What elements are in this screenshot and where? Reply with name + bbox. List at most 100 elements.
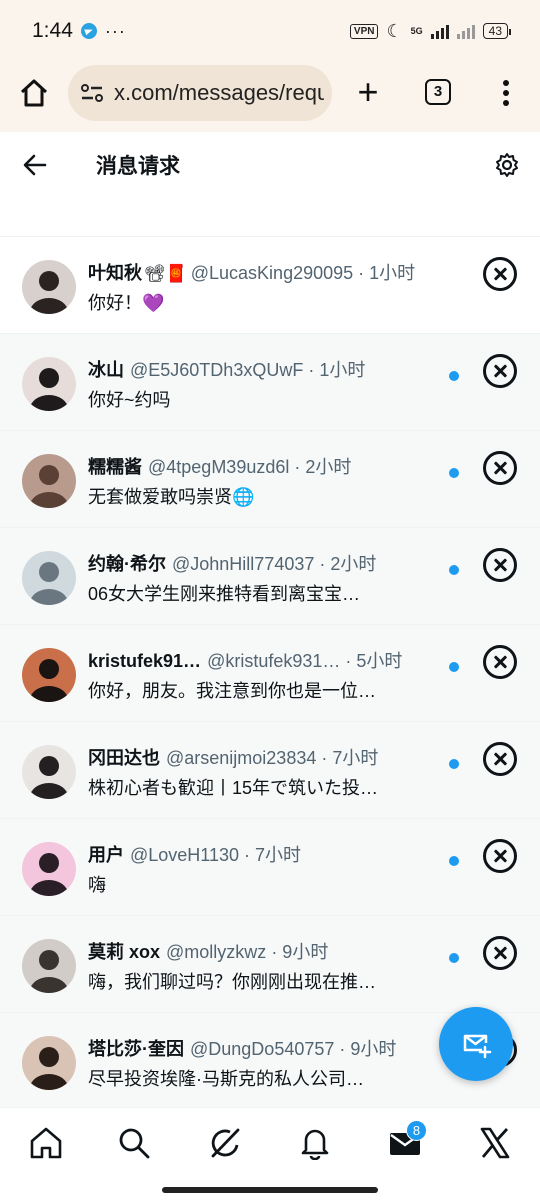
avatar[interactable] [22,551,76,605]
message-preview: 株初心者も歓迎丨15年で筑いた投… [88,778,379,798]
message-preview: 嗨，我们聊过吗？你刚刚出现在推… [88,972,376,992]
grok-icon [211,1128,240,1158]
avatar[interactable] [22,842,76,896]
dismiss-request-button[interactable] [483,839,517,873]
message-time: · 9小时 [266,942,329,962]
telegram-icon [80,23,97,39]
message-request-row[interactable]: 莫莉 xox @mollyzkwz · 9小时嗨，我们聊过吗？你刚刚出现在推… [0,916,540,1013]
sender-name: 约翰·希尔 [88,554,166,574]
network-type: 5G [410,25,423,36]
sender-name: 用户 [88,845,124,865]
page-title: 消息请求 [96,155,180,178]
tab-switcher-button[interactable]: 3 [425,79,451,105]
request-header: kristufek91… @kristufek931… · 5小时 [88,647,438,673]
message-request-row[interactable]: kristufek91… @kristufek931… · 5小时你好，朋友。我注… [0,625,540,722]
request-header: 约翰·希尔 @JohnHill774037 · 2小时 [88,550,438,576]
bell-icon [301,1129,329,1161]
browser-menu-button[interactable] [496,76,516,110]
status-time: 1:44 [32,19,73,42]
dismiss-request-button[interactable] [483,354,517,388]
avatar[interactable] [22,357,76,411]
back-button[interactable] [22,152,48,178]
browser-toolbar: x.com/messages/requests + 3 [0,62,540,132]
dismiss-request-button[interactable] [483,257,517,291]
message-preview: 你好~约吗 [88,390,171,410]
address-bar[interactable]: x.com/messages/requests [68,65,332,121]
request-header: 塔比莎·奎因 @DungDo540757 · 9小时 [88,1035,438,1061]
sender-name: 莫莉 xox [88,942,161,962]
avatar-image [22,551,76,605]
site-settings-icon [81,84,103,102]
message-preview: 嗨 [88,875,106,895]
request-header: 用户 @LoveH1130 · 7小时 [88,841,438,867]
new-message-button[interactable] [439,1007,513,1081]
dismiss-request-button[interactable] [483,548,517,582]
avatar[interactable] [22,454,76,508]
avatar[interactable] [22,1036,76,1090]
home-icon [20,79,48,107]
unread-indicator [449,371,459,381]
request-header: 叶知秋 📽🧧 @LucasKing290095 · 1小时 [88,259,438,285]
message-preview: 06女大学生刚来推特看到离宝宝… [88,584,361,604]
sender-name: 塔比莎·奎因 [88,1039,184,1059]
avatar[interactable] [22,648,76,702]
sender-handle: @kristufek931… [207,651,341,671]
sender-name: 冈田达也 [88,748,160,768]
home-icon [30,1127,62,1159]
settings-button[interactable] [494,152,520,178]
url-text: x.com/messages/requests [114,80,324,105]
avatar[interactable] [22,939,76,993]
avatar-image [22,842,76,896]
home-button[interactable] [18,77,50,109]
avatar-image [22,648,76,702]
avatar-image [22,745,76,799]
dismiss-request-button[interactable] [483,645,517,679]
status-bar: 1:44 ··· VPN ☾ 5G 43 [0,0,540,62]
avatar-image [22,1036,76,1090]
nav-x-premium[interactable] [478,1126,512,1160]
message-request-row[interactable]: 冈田达也 @arsenijmoi23834 · 7小时 株初心者も歓迎丨15年で筑い… [0,722,540,819]
nav-search[interactable] [117,1126,151,1160]
gesture-bar [162,1187,378,1193]
sender-name: kristufek91… [88,651,202,671]
nav-grok[interactable] [208,1126,242,1160]
name-emoji: 📽🧧 [144,264,187,283]
sender-handle: @mollyzkwz [166,942,267,962]
sender-handle: @4tpegM39uzd6l [148,457,290,477]
message-preview: 你好，朋友。我注意到你也是一位… [88,681,376,701]
search-icon [119,1128,150,1159]
dismiss-request-button[interactable] [483,742,517,776]
status-icons: VPN ☾ 5G 43 [349,21,512,42]
gear-icon [496,153,518,177]
sender-handle: @DungDo540757 [190,1039,335,1059]
avatar-image [22,357,76,411]
messages-unread-badge: 8 [406,1120,427,1141]
page-header: 消息请求 [0,132,540,198]
message-time: · 2小时 [314,554,377,574]
request-header: 糯糯酱 @4tpegM39uzd6l · 2小时 [88,453,438,479]
message-request-row[interactable]: 叶知秋 📽🧧 @LucasKing290095 · 1小时 你好！💜 [0,237,540,334]
message-preview: 无套做爱敢吗崇贤🌐 [88,487,255,507]
sender-handle: @LoveH1130 [130,845,240,865]
vpn-icon: VPN [349,23,379,39]
sender-name: 糯糯酱 [88,457,142,477]
nav-notifications[interactable] [298,1126,332,1161]
dismiss-request-button[interactable] [483,936,517,970]
sender-handle: @JohnHill774037 [172,554,315,574]
message-preview: 尽早投资埃隆·马斯克的私人公司… [88,1069,364,1089]
message-request-row[interactable]: 冰山 @E5J60TDh3xQUwF · 1小时 你好~约吗 [0,334,540,431]
avatar[interactable] [22,745,76,799]
new-tab-button[interactable]: + [352,74,384,110]
sender-name: 叶知秋 [88,263,142,283]
dismiss-request-button[interactable] [483,451,517,485]
message-request-row[interactable]: 约翰·希尔 @JohnHill774037 · 2小时 06女大学生刚来推特看到离宝… [0,528,540,625]
message-time: · 7小时 [239,845,302,865]
avatar-image [22,260,76,314]
avatar-image [22,939,76,993]
message-request-row[interactable]: 用户 @LoveH1130 · 7小时嗨 [0,819,540,916]
x-logo-icon [480,1127,510,1159]
nav-home[interactable] [29,1126,63,1160]
avatar[interactable] [22,260,76,314]
message-request-row[interactable]: 糯糯酱 @4tpegM39uzd6l · 2小时 无套做爱敢吗崇贤🌐 [0,431,540,528]
unread-indicator [449,565,459,575]
